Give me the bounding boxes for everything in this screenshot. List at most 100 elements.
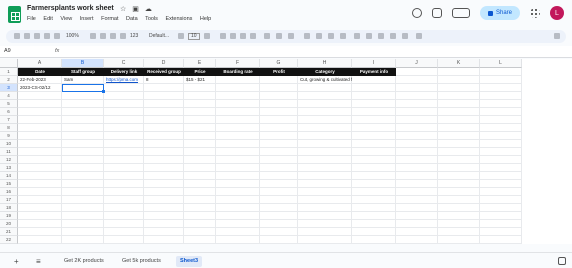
row-header-11[interactable]: 11 xyxy=(0,148,18,156)
row-header-21[interactable]: 21 xyxy=(0,228,18,236)
data-cell[interactable]: 22-Feb-2023 xyxy=(18,76,62,84)
cloud-status-icon[interactable]: ☁ xyxy=(145,6,158,13)
row-header-19[interactable]: 19 xyxy=(0,212,18,220)
paint-format-icon[interactable] xyxy=(54,33,60,39)
row-header-10[interactable]: 10 xyxy=(0,140,18,148)
data-cell[interactable]: Sam xyxy=(62,76,104,84)
data-cell[interactable] xyxy=(352,76,396,84)
sheet-tab-2[interactable]: Get 5k products xyxy=(118,256,165,267)
row-header-17[interactable]: 17 xyxy=(0,196,18,204)
data-cell[interactable] xyxy=(216,84,260,92)
add-sheet-icon[interactable]: + xyxy=(14,257,19,266)
header-cell[interactable]: Category xyxy=(298,68,352,76)
menu-file[interactable]: File xyxy=(27,16,36,22)
apps-icon[interactable] xyxy=(530,8,540,18)
data-cell[interactable] xyxy=(216,76,260,84)
select-all-corner[interactable] xyxy=(0,59,18,68)
row-header-18[interactable]: 18 xyxy=(0,204,18,212)
row-header-7[interactable]: 7 xyxy=(0,116,18,124)
header-cell[interactable]: Staff group xyxy=(62,68,104,76)
row-header-3[interactable]: 3 xyxy=(0,84,18,92)
column-header-b[interactable]: B xyxy=(62,59,104,68)
fill-color-icon[interactable] xyxy=(264,33,270,39)
menu-extensions[interactable]: Extensions xyxy=(165,16,192,22)
comments-icon[interactable] xyxy=(431,8,442,18)
currency-icon[interactable] xyxy=(90,33,96,39)
bold-icon[interactable] xyxy=(220,33,226,39)
italic-icon[interactable] xyxy=(230,33,236,39)
sheet-tab-1[interactable]: Get 2K products xyxy=(60,256,108,267)
all-sheets-icon[interactable]: ≡ xyxy=(36,257,41,266)
undo-icon[interactable] xyxy=(24,33,30,39)
menu-view[interactable]: View xyxy=(60,16,72,22)
insert-comment-icon[interactable] xyxy=(366,33,372,39)
data-cell[interactable]: $15 - $21 xyxy=(184,76,216,84)
row-header-5[interactable]: 5 xyxy=(0,100,18,108)
sheet-grid[interactable]: ABCDEFGHIJKL 1 2 3 4 5 6 7 8 9 10 11 12 13 14 15 16 17 18… xyxy=(0,59,572,244)
filter-icon[interactable] xyxy=(390,33,396,39)
number-format-select[interactable]: 123 xyxy=(130,33,138,40)
font-size-input[interactable]: 10 xyxy=(188,33,200,40)
column-header-d[interactable]: D xyxy=(144,59,184,68)
data-cell[interactable] xyxy=(104,84,144,92)
row-header-22[interactable]: 22 xyxy=(0,236,18,244)
data-cell[interactable] xyxy=(260,76,298,84)
column-header-h[interactable]: H xyxy=(298,59,352,68)
row-header-4[interactable]: 4 xyxy=(0,92,18,100)
header-cell[interactable]: Received group xyxy=(144,68,184,76)
borders-icon[interactable] xyxy=(276,33,282,39)
explore-icon[interactable] xyxy=(558,257,566,265)
column-header-g[interactable]: G xyxy=(260,59,298,68)
zoom-select[interactable]: 100% xyxy=(66,33,79,40)
text-wrap-icon[interactable] xyxy=(328,33,334,39)
insert-chart-icon[interactable] xyxy=(378,33,384,39)
menu-data[interactable]: Data xyxy=(126,16,138,22)
data-cell[interactable]: https://pma.com xyxy=(104,76,144,84)
search-menus-icon[interactable] xyxy=(14,33,20,39)
header-cell[interactable]: Date xyxy=(18,68,62,76)
row-header-15[interactable]: 15 xyxy=(0,180,18,188)
row-header-1[interactable]: 1 xyxy=(0,68,18,76)
menu-insert[interactable]: Insert xyxy=(80,16,94,22)
column-header-j[interactable]: J xyxy=(396,59,438,68)
menu-edit[interactable]: Edit xyxy=(43,16,52,22)
decrease-decimal-icon[interactable] xyxy=(110,33,116,39)
share-button[interactable]: Share xyxy=(479,6,520,20)
merge-cells-icon[interactable] xyxy=(288,33,294,39)
header-cell[interactable]: Price xyxy=(184,68,216,76)
header-cell[interactable]: Profit xyxy=(260,68,298,76)
decrease-font-size-icon[interactable] xyxy=(178,33,184,39)
collapse-toolbar-icon[interactable] xyxy=(554,33,560,39)
avatar[interactable]: L xyxy=(550,6,564,20)
sheets-logo-icon[interactable] xyxy=(8,6,21,23)
strikethrough-icon[interactable] xyxy=(240,33,246,39)
fill-handle[interactable] xyxy=(102,90,105,93)
menu-help[interactable]: Help xyxy=(200,16,211,22)
star-icon[interactable]: ☆ xyxy=(120,6,132,13)
print-icon[interactable] xyxy=(44,33,50,39)
column-header-c[interactable]: C xyxy=(104,59,144,68)
data-cell[interactable]: 8 xyxy=(144,76,184,84)
sheet-tab-active[interactable]: Sheet3 xyxy=(176,256,203,267)
header-cell[interactable]: Payment info xyxy=(352,68,396,76)
increase-font-size-icon[interactable] xyxy=(204,33,210,39)
meet-icon[interactable] xyxy=(451,8,470,18)
data-cell[interactable]: Cut, growing & cultivated food xyxy=(298,76,352,84)
row-header-6[interactable]: 6 xyxy=(0,108,18,116)
percent-icon[interactable] xyxy=(100,33,106,39)
functions-icon[interactable] xyxy=(416,33,422,39)
row-header-2[interactable]: 2 xyxy=(0,76,18,84)
text-rotation-icon[interactable] xyxy=(340,33,346,39)
row-header-9[interactable]: 9 xyxy=(0,132,18,140)
column-header-a[interactable]: A xyxy=(18,59,62,68)
data-cell[interactable] xyxy=(298,84,352,92)
data-cell[interactable] xyxy=(144,84,184,92)
row-header-20[interactable]: 20 xyxy=(0,220,18,228)
column-header-k[interactable]: K xyxy=(438,59,480,68)
column-header-f[interactable]: F xyxy=(216,59,260,68)
row-header-16[interactable]: 16 xyxy=(0,188,18,196)
column-header-e[interactable]: E xyxy=(184,59,216,68)
column-header-l[interactable]: L xyxy=(480,59,522,68)
name-box[interactable]: A9 xyxy=(4,48,11,54)
column-header-i[interactable]: I xyxy=(352,59,396,68)
